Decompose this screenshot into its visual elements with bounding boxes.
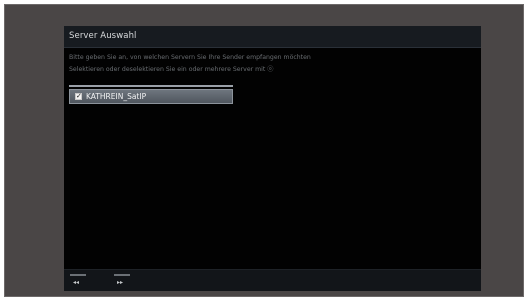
previous-page-button[interactable]: ◂◂ xyxy=(70,274,86,288)
server-checkbox[interactable]: ✓ xyxy=(75,93,82,100)
bottom-bar: ◂◂ ▸▸ xyxy=(64,269,481,291)
tv-frame: Server Auswahl Bitte geben Sie an, von w… xyxy=(4,4,524,297)
next-button-indicator xyxy=(114,274,130,276)
instruction-line-1: Bitte geben Sie an, von welchen Servern … xyxy=(69,54,311,61)
title-bar: Server Auswahl xyxy=(64,26,481,48)
server-selection-screen: Server Auswahl Bitte geben Sie an, von w… xyxy=(64,26,481,291)
fast-forward-icon: ▸▸ xyxy=(117,279,124,286)
server-list: ✓ KATHREIN_SatIP xyxy=(69,85,233,104)
previous-button-indicator xyxy=(70,274,86,276)
instruction-line-2: Selektieren oder deselektieren Sie ein o… xyxy=(69,65,274,73)
instructions: Bitte geben Sie an, von welchen Servern … xyxy=(69,52,311,75)
next-page-button[interactable]: ▸▸ xyxy=(114,274,130,288)
server-item-kathrein-satip[interactable]: ✓ KATHREIN_SatIP xyxy=(69,89,233,104)
page-title: Server Auswahl xyxy=(69,31,137,41)
rewind-icon: ◂◂ xyxy=(73,279,80,286)
server-item-label: KATHREIN_SatIP xyxy=(86,92,147,101)
list-divider xyxy=(69,85,233,87)
